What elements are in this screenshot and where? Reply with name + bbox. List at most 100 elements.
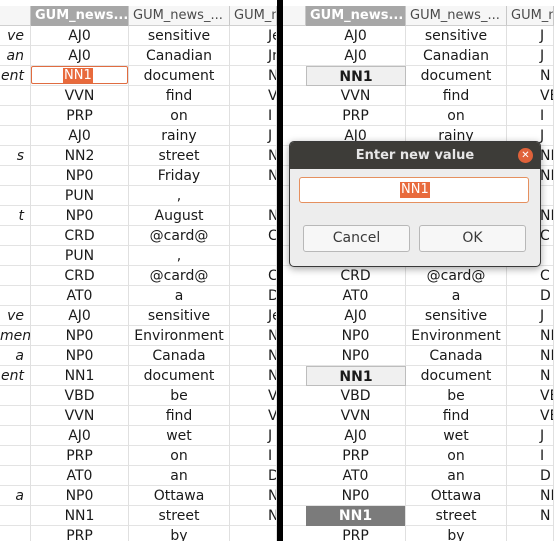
table-cell[interactable]: AJ0	[306, 306, 406, 326]
table-cell[interactable]	[0, 226, 31, 246]
table-cell[interactable]: Environment	[129, 326, 230, 346]
table-cell[interactable]: ,	[129, 246, 230, 266]
table-cell[interactable]: Environment	[406, 326, 507, 346]
table-cell[interactable]: by	[129, 526, 230, 541]
table-cell[interactable]	[0, 446, 31, 466]
table-cell[interactable]: C	[507, 266, 554, 286]
table-cell[interactable]: document	[129, 366, 230, 386]
table-cell[interactable]: VBD	[306, 386, 406, 406]
table-cell[interactable]: PRP	[31, 106, 129, 126]
table-cell[interactable]: NN1	[31, 506, 129, 526]
column-header[interactable]: GUM_news_...	[406, 6, 507, 26]
table-cell[interactable]: I	[230, 106, 277, 126]
column-header[interactable]: GUM_n	[230, 6, 277, 26]
table-cell[interactable]: an	[129, 466, 230, 486]
table-cell[interactable]	[0, 506, 31, 526]
table-cell[interactable]	[230, 526, 277, 541]
table-cell[interactable]: CRD	[31, 226, 129, 246]
table-cell[interactable]: find	[406, 86, 507, 106]
table-cell[interactable]: ve	[0, 306, 31, 326]
table-cell[interactable]	[0, 186, 31, 206]
table-cell[interactable]: J	[507, 306, 554, 326]
table-cell[interactable]: street	[129, 506, 230, 526]
table-cell[interactable]	[0, 86, 31, 106]
table-cell[interactable]: VVN	[31, 406, 129, 426]
table-cell[interactable]	[507, 526, 554, 541]
table-cell[interactable]: CRD	[31, 266, 129, 286]
table-cell[interactable]: PUN	[31, 246, 129, 266]
table-cell[interactable]: VE	[507, 386, 554, 406]
table-cell[interactable]: Ottawa	[406, 486, 507, 506]
table-cell[interactable]: D	[507, 466, 554, 486]
table-cell[interactable]: @card@	[406, 266, 507, 286]
left-table-pane[interactable]: GUM_news... GUM_news_... GUM_nve AJ0 sensiti…	[0, 0, 277, 541]
cell-editor[interactable]: NN1	[31, 66, 128, 84]
table-cell[interactable]: VVN	[306, 406, 406, 426]
table-cell[interactable]: VE	[230, 86, 277, 106]
table-cell[interactable]: N	[507, 66, 554, 86]
table-cell[interactable]: AJ0	[31, 426, 129, 446]
table-cell[interactable]: NN1	[306, 366, 406, 386]
table-cell[interactable]: a	[0, 346, 31, 366]
table-cell[interactable]	[0, 166, 31, 186]
table-cell[interactable]: Nt	[230, 366, 277, 386]
table-cell[interactable]: street	[129, 146, 230, 166]
table-cell[interactable]: NN	[230, 166, 277, 186]
table-cell[interactable]	[0, 246, 31, 266]
table-cell[interactable]	[0, 106, 31, 126]
table-cell[interactable]: VVN	[31, 86, 129, 106]
table-cell[interactable]: Friday	[129, 166, 230, 186]
table-cell[interactable]: Ottawa	[129, 486, 230, 506]
column-header[interactable]: GUM_ne	[507, 6, 554, 26]
table-cell[interactable]: I	[507, 106, 554, 126]
table-cell[interactable]: @card@	[129, 226, 230, 246]
table-cell[interactable]: VE	[507, 406, 554, 426]
table-cell[interactable]: AJ0	[306, 26, 406, 46]
table-cell[interactable]: PRP	[306, 526, 406, 541]
column-header[interactable]: GUM_news_...	[129, 6, 230, 26]
table-cell[interactable]	[0, 526, 31, 541]
table-cell[interactable]	[0, 426, 31, 446]
table-cell[interactable]: I	[507, 446, 554, 466]
table-cell[interactable]: NP0	[306, 326, 406, 346]
table-cell[interactable]: ment	[0, 326, 31, 346]
table-cell[interactable]: an	[406, 466, 507, 486]
table-cell[interactable]	[0, 386, 31, 406]
table-cell[interactable]: NP0	[306, 346, 406, 366]
table-cell[interactable]: J	[230, 126, 277, 146]
table-cell[interactable]: AJ0	[31, 26, 129, 46]
column-header[interactable]	[0, 6, 31, 26]
table-cell[interactable]: NN1	[31, 366, 129, 386]
table-cell[interactable]: J	[507, 26, 554, 46]
table-cell[interactable]: D	[230, 286, 277, 306]
column-header[interactable]: GUM_news...	[306, 6, 406, 26]
table-cell[interactable]: a	[406, 286, 507, 306]
table-cell[interactable]: NI	[230, 486, 277, 506]
table-cell[interactable]: ent	[0, 66, 31, 86]
table-cell[interactable]: N	[507, 366, 554, 386]
table-cell[interactable]: wet	[406, 426, 507, 446]
table-cell[interactable]: s	[0, 146, 31, 166]
table-cell[interactable]: on	[129, 446, 230, 466]
table-cell[interactable]	[0, 126, 31, 146]
table-cell[interactable]: NN1	[306, 506, 406, 526]
table-cell[interactable]: sensitive	[129, 306, 230, 326]
table-cell[interactable]: document	[406, 366, 507, 386]
table-cell[interactable]: Je	[230, 306, 277, 326]
table-cell[interactable]: NN2	[31, 146, 129, 166]
table-cell[interactable]: NI	[507, 346, 554, 366]
table-cell[interactable]: NP0	[306, 486, 406, 506]
table-cell[interactable]: C	[230, 226, 277, 246]
right-table-pane[interactable]: GUM_news...GUM_news_...GUM_neAJ0sensitiv…	[283, 0, 554, 541]
table-cell[interactable]: August	[129, 206, 230, 226]
table-cell[interactable]: N	[507, 506, 554, 526]
table-cell[interactable]: NN	[230, 146, 277, 166]
table-cell[interactable]: NI	[230, 206, 277, 226]
table-cell[interactable]: PRP	[306, 446, 406, 466]
table-cell[interactable]: PRP	[31, 526, 129, 541]
column-header[interactable]: GUM_news...	[31, 6, 129, 26]
table-cell[interactable]: AJ0	[31, 126, 129, 146]
table-cell[interactable]: AJ0	[31, 46, 129, 66]
table-cell[interactable]: @card@	[129, 266, 230, 286]
table-cell[interactable]: Canada	[406, 346, 507, 366]
